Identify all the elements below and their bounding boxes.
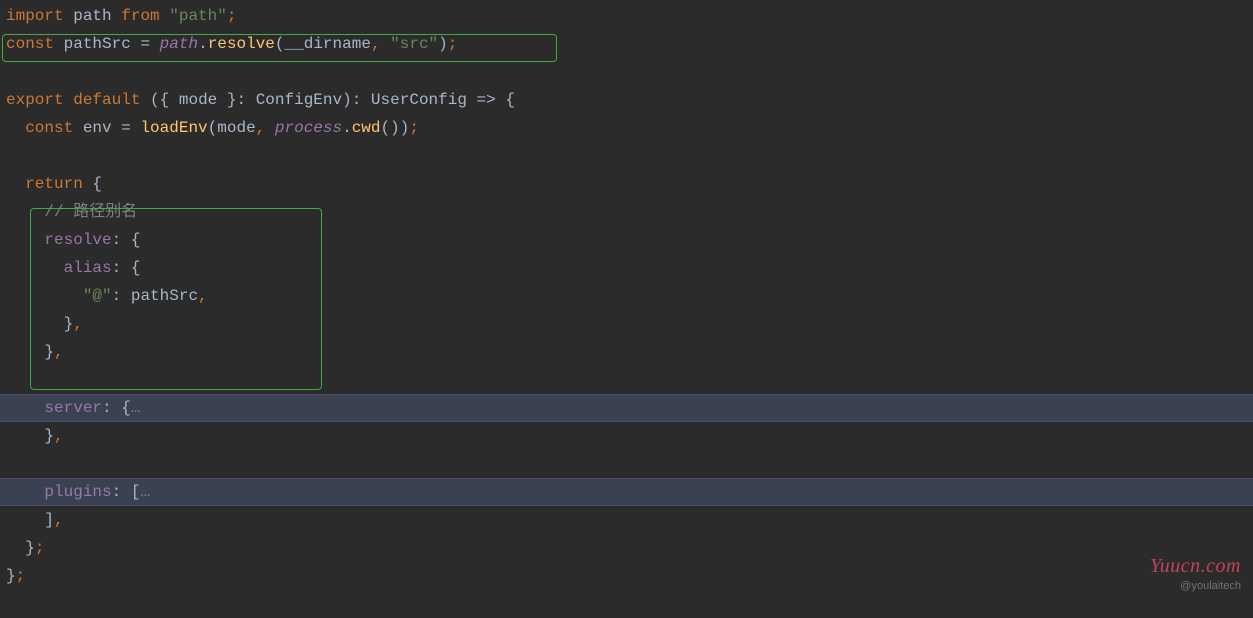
keyword-default: default: [73, 91, 140, 109]
function-call: cwd: [352, 119, 381, 137]
code-line-collapsed[interactable]: plugins: […: [0, 478, 1253, 506]
identifier: __dirname: [285, 35, 371, 53]
bracket: [: [121, 483, 140, 501]
property: alias: [6, 259, 112, 277]
identifier: mode: [217, 119, 255, 137]
comma: ,: [54, 511, 64, 529]
code-line[interactable]: const env = loadEnv(mode, process.cwd())…: [0, 114, 1253, 142]
identifier: mode: [169, 91, 227, 109]
brace: }: [6, 315, 73, 333]
property: resolve: [6, 231, 112, 249]
colon: :: [112, 483, 122, 501]
string-key: "@": [6, 287, 112, 305]
code-line-empty[interactable]: [0, 450, 1253, 478]
comma: ,: [54, 343, 64, 361]
paren: ): [342, 91, 352, 109]
colon: :: [112, 287, 122, 305]
comma: ,: [54, 427, 64, 445]
comment: // 路径别名: [6, 203, 137, 221]
code-line[interactable]: return {: [0, 170, 1253, 198]
code-line-empty[interactable]: [0, 366, 1253, 394]
colon: :: [112, 231, 122, 249]
operator: =: [140, 35, 150, 53]
arrow: =>: [477, 91, 496, 109]
watermark-author: @youlaitech: [1180, 572, 1241, 600]
colon: :: [236, 91, 246, 109]
brace: }: [6, 427, 54, 445]
code-line[interactable]: alias: {: [0, 254, 1253, 282]
semicolon: ;: [409, 119, 419, 137]
bracket: ]: [6, 511, 54, 529]
code-line[interactable]: "@": pathSrc,: [0, 282, 1253, 310]
comma: ,: [198, 287, 208, 305]
paren: ): [390, 119, 400, 137]
fold-ellipsis-icon[interactable]: …: [140, 483, 150, 501]
paren: (: [381, 119, 391, 137]
semicolon: ;: [227, 7, 237, 25]
keyword-const: const: [6, 35, 54, 53]
operator: =: [121, 119, 131, 137]
object: process: [265, 119, 342, 137]
keyword-return: return: [6, 175, 83, 193]
brace: }: [6, 343, 54, 361]
property: plugins: [6, 483, 112, 501]
property: server: [6, 399, 102, 417]
comma: ,: [73, 315, 83, 333]
fold-ellipsis-icon[interactable]: …: [131, 399, 141, 417]
identifier: env: [73, 119, 121, 137]
colon: :: [102, 399, 112, 417]
brace: {: [160, 91, 170, 109]
code-line[interactable]: resolve: {: [0, 226, 1253, 254]
brace: }: [6, 539, 35, 557]
keyword-export: export: [6, 91, 64, 109]
colon: :: [352, 91, 362, 109]
code-line[interactable]: },: [0, 310, 1253, 338]
brace: {: [121, 231, 140, 249]
paren: (: [208, 119, 218, 137]
function-call: resolve: [208, 35, 275, 53]
brace: {: [112, 399, 131, 417]
paren: ): [438, 35, 448, 53]
code-line[interactable]: },: [0, 338, 1253, 366]
function-call: loadEnv: [131, 119, 208, 137]
comma: ,: [371, 35, 381, 53]
code-line-empty[interactable]: [0, 58, 1253, 86]
code-line[interactable]: // 路径别名: [0, 198, 1253, 226]
identifier: pathSrc: [64, 35, 131, 53]
paren: (: [275, 35, 285, 53]
keyword-const: const: [6, 119, 73, 137]
identifier: pathSrc: [121, 287, 198, 305]
type: UserConfig: [361, 91, 476, 109]
dot: .: [342, 119, 352, 137]
keyword-import: import: [6, 7, 64, 25]
brace: {: [83, 175, 102, 193]
brace: {: [121, 259, 140, 277]
type: ConfigEnv: [246, 91, 342, 109]
identifier: path: [73, 7, 111, 25]
keyword-from: from: [121, 7, 159, 25]
string: "src": [381, 35, 439, 53]
code-line-empty[interactable]: [0, 142, 1253, 170]
colon: :: [112, 259, 122, 277]
semicolon: ;: [448, 35, 458, 53]
object: path: [160, 35, 198, 53]
code-line[interactable]: },: [0, 422, 1253, 450]
comma: ,: [256, 119, 266, 137]
code-line[interactable]: };: [0, 562, 1253, 590]
brace: {: [496, 91, 515, 109]
code-editor[interactable]: import path from "path"; const pathSrc =…: [0, 0, 1253, 592]
paren: ): [400, 119, 410, 137]
string: "path": [169, 7, 227, 25]
semicolon: ;: [35, 539, 45, 557]
dot: .: [198, 35, 208, 53]
code-line[interactable]: ],: [0, 506, 1253, 534]
code-line[interactable]: };: [0, 534, 1253, 562]
code-line[interactable]: export default ({ mode }: ConfigEnv): Us…: [0, 86, 1253, 114]
paren: (: [150, 91, 160, 109]
semicolon: ;: [16, 567, 26, 585]
code-line-collapsed[interactable]: server: {…: [0, 394, 1253, 422]
code-line[interactable]: const pathSrc = path.resolve(__dirname, …: [0, 30, 1253, 58]
code-line[interactable]: import path from "path";: [0, 2, 1253, 30]
brace: }: [6, 567, 16, 585]
